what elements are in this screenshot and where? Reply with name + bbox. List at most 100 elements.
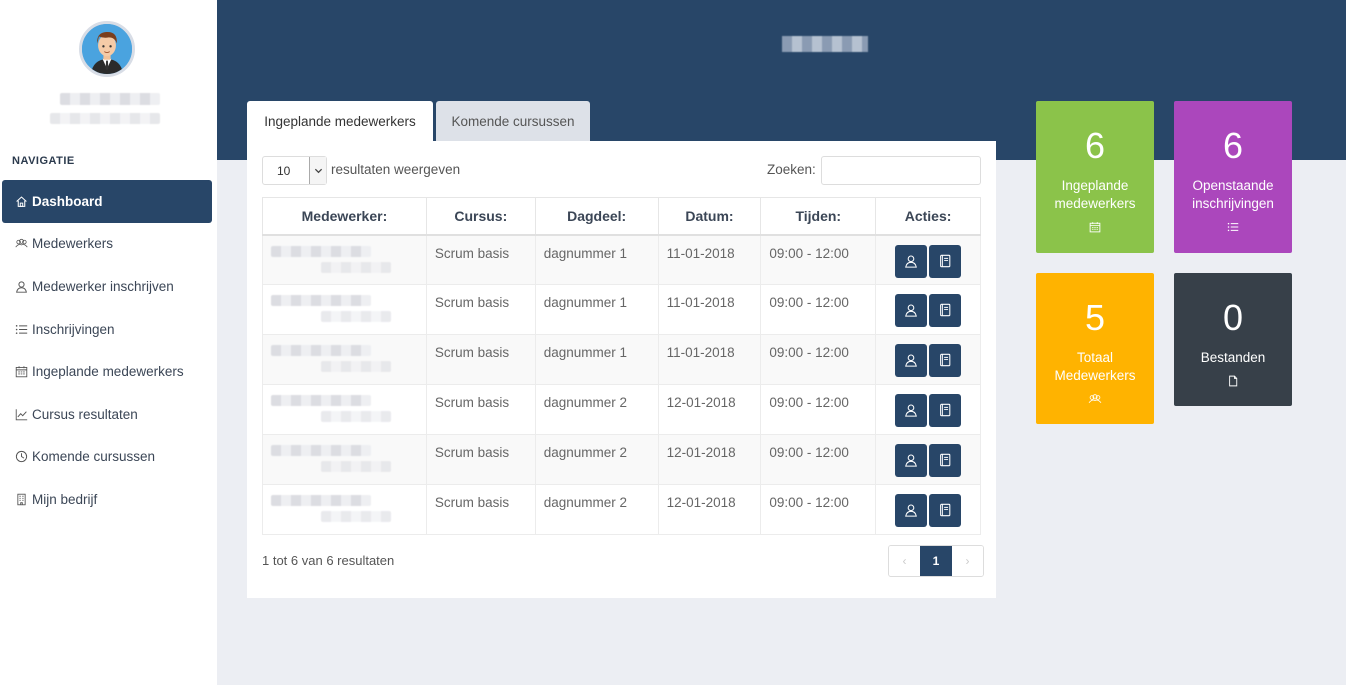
- search-label: Zoeken:: [767, 162, 816, 177]
- sidebar-item-label: Dashboard: [32, 193, 103, 209]
- table-row: Scrum basis dagnummer 1 11-01-2018 09:00 - …: [262, 234, 981, 285]
- cell-tijden: 09:00 - 12:00: [760, 434, 877, 485]
- sidebar-item-ingeplande-medewerkers[interactable]: Ingeplande medewerkers: [2, 350, 212, 393]
- pagination-page-1[interactable]: 1: [920, 546, 952, 576]
- view-course-button[interactable]: [929, 394, 962, 427]
- stat-value: 5: [1084, 297, 1106, 338]
- column-header-tijden[interactable]: Tijden:: [760, 197, 877, 236]
- employee-name-redacted: [321, 261, 391, 273]
- cell-dagdeel: dagnummer 2: [534, 434, 659, 485]
- table-row: Scrum basis dagnummer 1 11-01-2018 09:00 - …: [262, 284, 981, 335]
- cell-medewerker: [262, 434, 427, 485]
- column-header-dagdeel[interactable]: Dagdeel:: [534, 197, 659, 236]
- cell-datum: 11-01-2018: [657, 284, 762, 335]
- sidebar-item-mijn-bedrijf[interactable]: Mijn bedrijf: [2, 478, 212, 521]
- pagination: ‹ 1 ›: [888, 545, 984, 577]
- pagination-next-button[interactable]: ›: [952, 546, 983, 576]
- home-icon: [16, 196, 27, 207]
- book-icon: [940, 453, 951, 467]
- sidebar-nav: Dashboard Medewerkers Medewerker inschri…: [2, 180, 212, 521]
- user-icon: [16, 281, 27, 293]
- table-info: 1 tot 6 van 6 resultaten: [262, 553, 395, 568]
- view-employee-button[interactable]: [895, 294, 928, 327]
- table-row: Scrum basis dagnummer 2 12-01-2018 09:00 - …: [262, 484, 981, 535]
- table-row: Scrum basis dagnummer 1 11-01-2018 09:00 - …: [262, 334, 981, 385]
- sidebar-item-label: Mijn bedrijf: [32, 491, 98, 507]
- avatar[interactable]: [79, 21, 135, 77]
- cell-tijden: 09:00 - 12:00: [760, 384, 877, 435]
- cell-acties: [875, 284, 981, 335]
- cell-datum: 12-01-2018: [657, 484, 762, 535]
- sidebar-item-cursus-resultaten[interactable]: Cursus resultaten: [2, 393, 212, 436]
- cell-tijden: 09:00 - 12:00: [760, 284, 877, 335]
- sidebar-item-label: Medewerker inschrijven: [32, 278, 174, 294]
- results-per-page-value: 10: [277, 163, 291, 178]
- user-company-redacted: [50, 113, 160, 124]
- results-per-page-select[interactable]: 10: [262, 156, 327, 185]
- column-header-datum[interactable]: Datum:: [657, 197, 762, 236]
- column-header-cursus[interactable]: Cursus:: [425, 197, 536, 236]
- sidebar-item-dashboard[interactable]: Dashboard: [2, 180, 212, 223]
- employee-name-redacted: [321, 361, 391, 372]
- user-icon: [905, 354, 917, 367]
- stat-label: Totaal Medewerkers: [1054, 350, 1136, 383]
- employee-name-redacted: [271, 495, 371, 506]
- sidebar-item-komende-cursussen[interactable]: Komende cursussen: [2, 436, 212, 479]
- sidebar-item-inschrijvingen[interactable]: Inschrijvingen: [2, 308, 212, 351]
- view-course-button[interactable]: [929, 244, 962, 278]
- search-input[interactable]: [821, 156, 981, 185]
- stat-tile-ingeplande-medewerkers[interactable]: 6 Ingeplande medewerkers: [1036, 101, 1154, 253]
- view-course-button[interactable]: [929, 494, 962, 527]
- list-icon: [1227, 222, 1239, 232]
- employee-name-redacted: [321, 311, 391, 322]
- user-icon: [905, 454, 917, 467]
- cell-cursus: Scrum basis: [425, 334, 536, 385]
- view-course-button[interactable]: [929, 294, 962, 327]
- cell-medewerker: [262, 334, 427, 385]
- cell-datum: 12-01-2018: [657, 384, 762, 435]
- book-icon: [940, 353, 951, 367]
- cell-cursus: Scrum basis: [425, 434, 536, 485]
- view-course-button[interactable]: [929, 444, 962, 477]
- chart-icon: [15, 408, 28, 420]
- tab-komende-cursussen[interactable]: Komende cursussen: [436, 101, 590, 141]
- cell-dagdeel: dagnummer 1: [534, 284, 659, 335]
- file-icon: [1229, 375, 1238, 387]
- cell-dagdeel: dagnummer 1: [534, 334, 659, 385]
- stat-label: Ingeplande medewerkers: [1054, 178, 1136, 211]
- stat-label: Openstaande inschrijvingen: [1192, 178, 1274, 211]
- book-icon: [940, 403, 951, 417]
- cell-cursus: Scrum basis: [425, 484, 536, 535]
- tab-ingeplande-medewerkers[interactable]: Ingeplande medewerkers: [247, 101, 433, 141]
- table-panel: 10 resultaten weergeven Zoeken: Medewerk…: [247, 141, 996, 598]
- stat-tile-totaal-medewerkers[interactable]: 5 Totaal Medewerkers: [1036, 273, 1154, 424]
- employee-name-redacted: [271, 445, 371, 456]
- table-row: Scrum basis dagnummer 2 12-01-2018 09:00 - …: [262, 384, 981, 435]
- sidebar-item-medewerkers[interactable]: Medewerkers: [2, 223, 212, 266]
- cell-cursus: Scrum basis: [425, 284, 536, 335]
- cell-tijden: 09:00 - 12:00: [760, 334, 877, 385]
- view-employee-button[interactable]: [895, 344, 928, 377]
- view-employee-button[interactable]: [895, 244, 928, 278]
- view-course-button[interactable]: [929, 344, 962, 377]
- cell-dagdeel: dagnummer 2: [534, 384, 659, 435]
- sidebar-item-medewerker-inschrijven[interactable]: Medewerker inschrijven: [2, 265, 212, 308]
- stat-tile-bestanden[interactable]: 0 Bestanden: [1174, 273, 1292, 406]
- table-row: Scrum basis dagnummer 2 12-01-2018 09:00 - …: [262, 434, 981, 485]
- user-icon: [905, 404, 917, 417]
- view-employee-button[interactable]: [895, 494, 928, 527]
- chevron-down-icon: [309, 157, 326, 184]
- table-header-row: Medewerker: Cursus: Dagdeel: Datum: Tijd…: [262, 197, 981, 236]
- stat-value: 6: [1084, 125, 1106, 166]
- pagination-prev-button[interactable]: ‹: [889, 546, 920, 576]
- view-employee-button[interactable]: [895, 444, 928, 477]
- stat-tile-openstaande-inschrijvingen[interactable]: 6 Openstaande inschrijvingen: [1174, 101, 1292, 253]
- cell-acties: [875, 484, 981, 535]
- sidebar-item-label: Medewerkers: [32, 236, 114, 252]
- view-employee-button[interactable]: [895, 394, 928, 427]
- stat-value: 0: [1222, 297, 1244, 338]
- column-header-medewerker[interactable]: Medewerker:: [262, 197, 427, 236]
- cell-acties: [875, 434, 981, 485]
- clock-icon: [15, 451, 28, 463]
- cell-medewerker: [262, 384, 427, 435]
